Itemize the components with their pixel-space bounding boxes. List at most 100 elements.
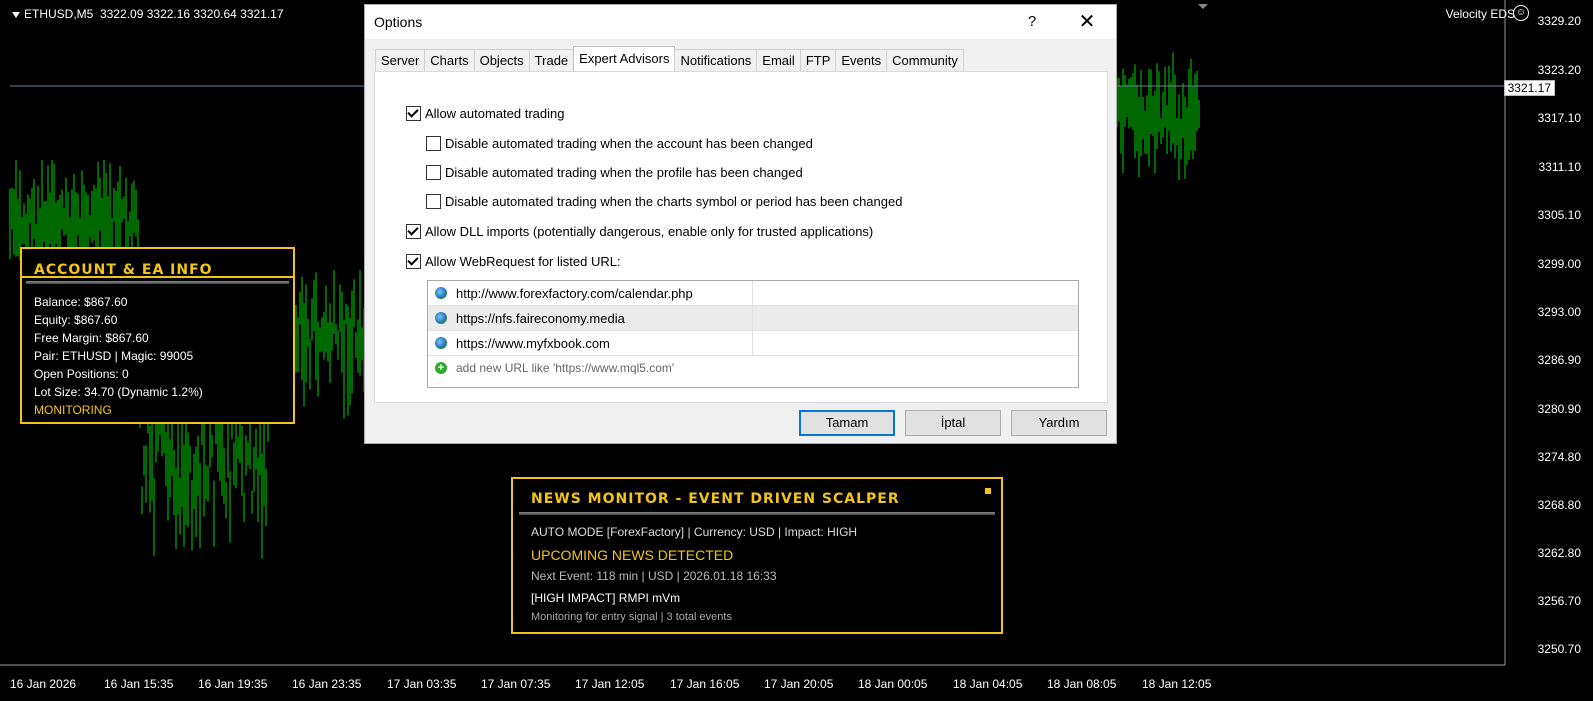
url-row[interactable]: https://nfs.faireconomy.media <box>428 306 1078 331</box>
divider <box>519 512 995 515</box>
chart-header: ETHUSD,M5 3322.09 3322.16 3320.64 3321.1… <box>12 7 284 21</box>
checkbox[interactable] <box>406 254 421 269</box>
event-impact: [HIGH IMPACT] RMPI mVm <box>531 591 681 605</box>
tab-notifications[interactable]: Notifications <box>674 49 758 72</box>
price-label: 3268.80 <box>1537 498 1581 512</box>
checkbox[interactable] <box>426 165 441 180</box>
tab-server[interactable]: Server <box>375 49 426 72</box>
price-label: 3329.20 <box>1537 14 1581 28</box>
time-label: 16 Jan 19:35 <box>198 677 268 691</box>
checkbox[interactable] <box>426 136 441 151</box>
indicator-dot <box>985 488 991 494</box>
tab-events[interactable]: Events <box>835 49 888 72</box>
tab-ftp[interactable]: FTP <box>799 49 837 72</box>
ea-name: Velocity EDS <box>1445 7 1515 21</box>
chart-shift-marker <box>1198 4 1208 9</box>
time-label: 18 Jan 08:05 <box>1047 677 1117 691</box>
dialog-titlebar[interactable]: Options ? ✕ <box>365 5 1116 39</box>
cancel-button[interactable]: İptal <box>905 410 1001 436</box>
disable-on-symbol-change[interactable]: Disable automated trading when the chart… <box>426 194 902 209</box>
globe-icon <box>435 287 447 299</box>
lot-size: Lot Size: 34.70 (Dynamic 1.2%) <box>34 385 203 399</box>
news-status: UPCOMING NEWS DETECTED <box>531 547 734 563</box>
price-label: 3250.70 <box>1537 642 1581 656</box>
tab-trade[interactable]: Trade <box>528 49 575 72</box>
time-label: 17 Jan 20:05 <box>764 677 834 691</box>
allow-dll-imports[interactable]: Allow DLL imports (potentially dangerous… <box>406 224 873 239</box>
divider <box>26 281 289 284</box>
time-label: 17 Jan 07:35 <box>481 677 551 691</box>
url-text: https://www.myfxbook.com <box>456 336 610 351</box>
allow-automated-trading[interactable]: Allow automated trading <box>406 106 564 121</box>
checkbox[interactable] <box>406 224 421 239</box>
free-margin: Free Margin: $867.60 <box>34 331 149 345</box>
tab-bar: Server Charts Objects Trade Expert Advisors N… <box>375 46 964 74</box>
tab-expert-advisors[interactable]: Expert Advisors <box>573 46 676 74</box>
checkbox[interactable] <box>426 194 441 209</box>
add-icon: + <box>435 362 447 374</box>
smiley-icon[interactable]: ☺ <box>1513 5 1529 21</box>
current-price-label: 3321.17 <box>1503 80 1555 96</box>
globe-icon <box>435 337 447 349</box>
checkbox-label: Disable automated trading when the accou… <box>445 136 813 151</box>
price-label: 3299.00 <box>1537 257 1581 271</box>
price-label: 3305.10 <box>1537 208 1581 222</box>
checkbox-label: Disable automated trading when the chart… <box>445 194 903 209</box>
dialog-title: Options <box>374 14 423 30</box>
news-monitor-panel: NEWS MONITOR - EVENT DRIVEN SCALPER AUTO… <box>511 477 1003 634</box>
dropdown-icon[interactable] <box>12 11 20 18</box>
expert-advisors-panel: Allow automated trading Disable automate… <box>374 71 1108 403</box>
price-label: 3256.70 <box>1537 594 1581 608</box>
add-url-row[interactable]: + add new URL like 'https://www.mql5.com… <box>428 356 1078 380</box>
tab-charts[interactable]: Charts <box>424 49 475 72</box>
url-list[interactable]: http://www.forexfactory.com/calendar.php… <box>427 280 1079 388</box>
globe-icon <box>435 312 447 324</box>
equity: Equity: $867.60 <box>34 313 118 327</box>
time-label: 16 Jan 2026 <box>10 677 77 691</box>
checkbox-label: Allow automated trading <box>425 106 565 121</box>
help-button[interactable]: Yardım <box>1011 410 1107 436</box>
options-dialog[interactable]: Options ? ✕ Server Charts Objects Trade Expe… <box>364 4 1117 444</box>
checkbox[interactable] <box>406 106 421 121</box>
add-url-placeholder: add new URL like 'https://www.mql5.com' <box>456 361 675 375</box>
allow-webrequest[interactable]: Allow WebRequest for listed URL: <box>406 254 621 269</box>
tab-email[interactable]: Email <box>756 49 801 72</box>
time-label: 18 Jan 04:05 <box>953 677 1023 691</box>
disable-on-profile-change[interactable]: Disable automated trading when the profi… <box>426 165 803 180</box>
price-label: 3280.90 <box>1537 402 1581 416</box>
tab-community[interactable]: Community <box>886 49 964 72</box>
time-label: 16 Jan 15:35 <box>104 677 174 691</box>
price-label: 3311.10 <box>1538 160 1582 174</box>
url-text: https://nfs.faireconomy.media <box>456 311 625 326</box>
price-label: 3262.80 <box>1537 546 1581 560</box>
time-label: 17 Jan 16:05 <box>670 677 740 691</box>
account-info-panel: ACCOUNT & EA INFO Balance: $867.60 Equit… <box>20 247 295 424</box>
price-label: 3317.10 <box>1537 111 1581 125</box>
open-positions: Open Positions: 0 <box>34 367 129 381</box>
time-label: 16 Jan 23:35 <box>292 677 362 691</box>
disable-on-account-change[interactable]: Disable automated trading when the accou… <box>426 136 813 151</box>
url-row[interactable]: https://www.myfxbook.com <box>428 331 1078 356</box>
checkbox-label: Allow WebRequest for listed URL: <box>425 254 621 269</box>
price-label: 3293.00 <box>1537 305 1581 319</box>
url-text: http://www.forexfactory.com/calendar.php <box>456 286 693 301</box>
pair-magic: Pair: ETHUSD | Magic: 99005 <box>34 349 194 363</box>
close-icon[interactable]: ✕ <box>1072 8 1102 36</box>
news-footer: Monitoring for entry signal | 3 total ev… <box>531 611 732 623</box>
help-icon[interactable]: ? <box>1021 11 1043 33</box>
price-label: 3323.20 <box>1537 63 1581 77</box>
price-label: 3274.80 <box>1537 450 1581 464</box>
time-label: 17 Jan 03:35 <box>387 677 457 691</box>
balance: Balance: $867.60 <box>34 295 128 309</box>
price-label: 3286.90 <box>1537 353 1581 367</box>
next-event: Next Event: 118 min | USD | 2026.01.18 1… <box>531 569 777 583</box>
ea-status: MONITORING <box>34 403 112 417</box>
ok-button[interactable]: Tamam <box>799 410 895 436</box>
url-row[interactable]: http://www.forexfactory.com/calendar.php <box>428 281 1078 306</box>
time-label: 17 Jan 12:05 <box>575 677 645 691</box>
checkbox-label: Disable automated trading when the profi… <box>445 165 803 180</box>
tab-objects[interactable]: Objects <box>473 49 530 72</box>
panel-title: NEWS MONITOR - EVENT DRIVEN SCALPER <box>531 491 900 507</box>
symbol-ohlc: ETHUSD,M5 3322.09 3322.16 3320.64 3321.1… <box>24 7 284 21</box>
checkbox-label: Allow DLL imports (potentially dangerous… <box>425 224 874 239</box>
